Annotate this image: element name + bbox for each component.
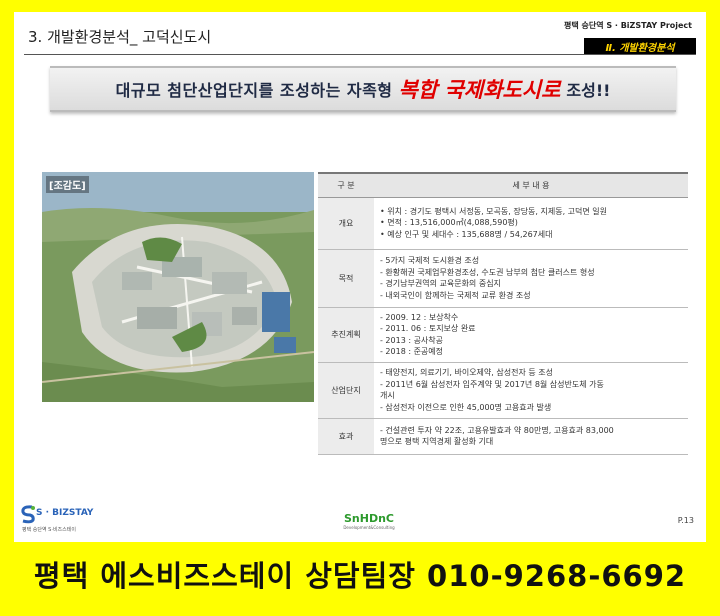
row-detail: - 태양전지, 의료기기, 바이오제약, 삼성전자 등 조성 - 2011년 6… [374,362,688,419]
table-row: 추진계획 - 2009. 12 : 보상착수 - 2011. 06 : 토지보상… [318,307,688,363]
bizstay-logo-subtext: 평택 승단역 S·비즈스테이 [22,527,76,533]
banner-post-text: 조성!! [566,81,611,100]
bizstay-logo-icon [21,505,35,524]
row-category: 효과 [318,418,374,455]
page-number: P.13 [677,516,694,525]
table-row: 개요 • 위치 : 경기도 평택시 서정동, 모곡동, 장당동, 지제동, 고덕… [318,197,688,250]
snhdnc-logo-subtext: Development&Consulting [343,525,395,530]
banner-emphasis-text: 복합 국제화도시로 [398,78,561,102]
snhdnc-logo-text: SnHDnC [344,512,394,525]
slide: 3. 개발환경분석_ 고덕신도시 평택 승단역 S · BiZSTAY Proj… [14,12,706,542]
contact-banner: 평택 에스비즈스테이 상담팀장 010-9268-6692 [33,559,687,593]
row-detail: • 위치 : 경기도 평택시 서정동, 모곡동, 장당동, 지제동, 고덕면 일… [374,197,688,250]
header-detail: 세 부 내 용 [374,172,688,198]
table-row: 산업단지 - 태양전지, 의료기기, 바이오제약, 삼성전자 등 조성 - 20… [318,362,688,419]
project-name: 평택 승단역 S · BiZSTAY Project [563,21,692,30]
table-row: 효과 - 건설관련 투자 약 22조, 고용유발효과 약 80만명, 고용효과 … [318,418,688,455]
header-category: 구 분 [318,172,374,198]
table-header-row: 구 분 세 부 내 용 [318,172,688,198]
banner-pre-text: 대규모 첨단산업단지를 조성하는 자족형 [115,81,393,100]
bizstay-logo: S · BIZSTAY 평택 승단역 S·비즈스테이 [20,502,100,536]
header-divider [24,54,696,55]
development-info-table: 구 분 세 부 내 용 개요 • 위치 : 경기도 평택시 서정동, 모곡동, … [318,172,688,455]
row-category: 목적 [318,249,374,308]
row-category: 산업단지 [318,362,374,419]
headline-banner: 대규모 첨단산업단지를 조성하는 자족형 복합 국제화도시로 조성!! [50,66,676,112]
section-title: 3. 개발환경분석_ 고덕신도시 [28,28,212,46]
row-category: 개요 [318,197,374,250]
row-detail: - 2009. 12 : 보상착수 - 2011. 06 : 토지보상 완료 -… [374,307,688,363]
snhdnc-logo: SnHDnC Development&Consulting [334,512,404,530]
table-row: 목적 - 5가지 국제적 도시환경 조성 - 환황해권 국제업무환경조성, 수도… [318,249,688,308]
chapter-tag: Ⅱ. 개발환경분석 [584,38,696,54]
aerial-label: [조감도] [46,176,89,193]
bizstay-logo-text: S · BIZSTAY [36,508,94,518]
aerial-illustration [42,172,314,402]
row-detail: - 건설관련 투자 약 22조, 고용유발효과 약 80만명, 고용효과 83,… [374,418,688,455]
row-category: 추진계획 [318,307,374,363]
row-detail: - 5가지 국제적 도시환경 조성 - 환황해권 국제업무환경조성, 수도권 남… [374,249,688,308]
aerial-view-image: [조감도] [42,172,314,402]
